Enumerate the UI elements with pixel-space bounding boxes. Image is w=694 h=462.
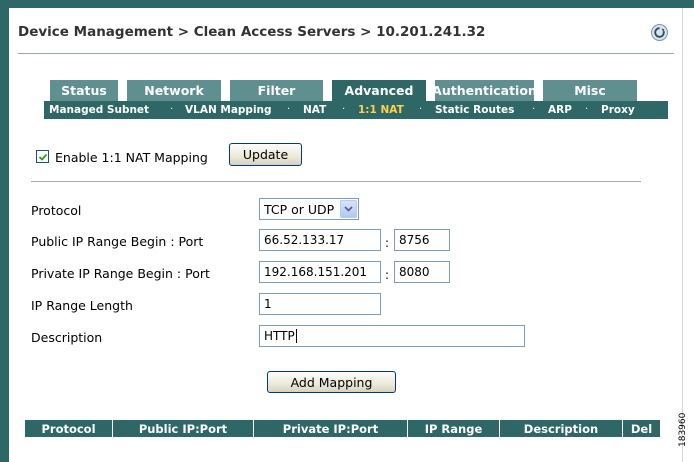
private-port-input[interactable]: 8080: [394, 261, 450, 283]
subnav-proxy[interactable]: Proxy: [601, 103, 635, 117]
help-icon[interactable]: [651, 24, 668, 41]
checkmark-icon: [38, 153, 47, 161]
public-port-input[interactable]: 8756: [394, 229, 450, 251]
port-separator: :: [385, 268, 390, 282]
title-divider: [18, 53, 674, 54]
enable-nat-label: Enable 1:1 NAT Mapping: [55, 150, 208, 165]
add-mapping-button[interactable]: Add Mapping: [267, 371, 396, 393]
column-header-protocol: Protocol: [41, 421, 96, 436]
ip-range-length-input[interactable]: 1: [259, 293, 381, 315]
public-ip-input[interactable]: 66.52.133.17: [259, 229, 381, 251]
tab-authentication[interactable]: Authentication: [432, 80, 537, 101]
subnav-arp[interactable]: ARP: [548, 103, 572, 117]
column-header-ip-range: IP Range: [424, 421, 483, 436]
section-divider: [31, 181, 641, 182]
update-button[interactable]: Update: [229, 143, 302, 166]
column-header-description: Description: [523, 421, 599, 436]
column-header-private-ip-port: Private IP:Port: [282, 421, 379, 436]
protocol-label: Protocol: [31, 203, 82, 218]
enable-nat-checkbox[interactable]: [36, 150, 49, 163]
subnav-separator: ·: [287, 104, 291, 115]
subnav-one-to-one-nat[interactable]: 1:1 NAT: [358, 103, 404, 117]
subnav-separator: ·: [419, 104, 423, 115]
breadcrumb: Device Management > Clean Access Servers…: [18, 24, 486, 40]
subnav-separator: ·: [585, 104, 589, 115]
subnav-separator: ·: [342, 104, 346, 115]
tab-network[interactable]: Network: [127, 80, 221, 101]
left-band: [0, 0, 9, 462]
description-input[interactable]: HTTP: [259, 325, 525, 347]
top-band: [0, 0, 694, 8]
protocol-select-value: TCP or UDP: [264, 201, 335, 217]
private-ip-input[interactable]: 192.168.151.201: [259, 261, 381, 283]
subnav-separator: ·: [170, 104, 174, 115]
column-header-delete: Del: [630, 421, 653, 436]
description-value: HTTP: [264, 329, 295, 343]
protocol-select[interactable]: TCP or UDP: [259, 198, 359, 220]
public-ip-label: Public IP Range Begin : Port: [31, 234, 204, 249]
private-ip-label: Private IP Range Begin : Port: [31, 266, 210, 281]
subnav-separator: ·: [532, 104, 536, 115]
figure-id: 183960: [678, 412, 688, 447]
tab-advanced[interactable]: Advanced: [332, 80, 426, 101]
subnav-static-routes[interactable]: Static Routes: [435, 103, 514, 117]
right-divider: [682, 8, 683, 462]
description-label: Description: [31, 330, 103, 345]
tab-status[interactable]: Status: [50, 80, 118, 101]
column-header-public-ip-port: Public IP:Port: [138, 421, 228, 436]
port-separator: :: [385, 236, 390, 250]
tab-filter[interactable]: Filter: [230, 80, 323, 101]
tab-misc[interactable]: Misc: [543, 80, 637, 101]
subnav-managed-subnet[interactable]: Managed Subnet: [49, 103, 149, 117]
subnav-vlan-mapping[interactable]: VLAN Mapping: [185, 103, 272, 117]
ip-range-length-label: IP Range Length: [31, 298, 133, 313]
text-cursor: [295, 329, 297, 343]
subnav-nat[interactable]: NAT: [303, 103, 326, 117]
chevron-down-icon[interactable]: [340, 200, 357, 218]
